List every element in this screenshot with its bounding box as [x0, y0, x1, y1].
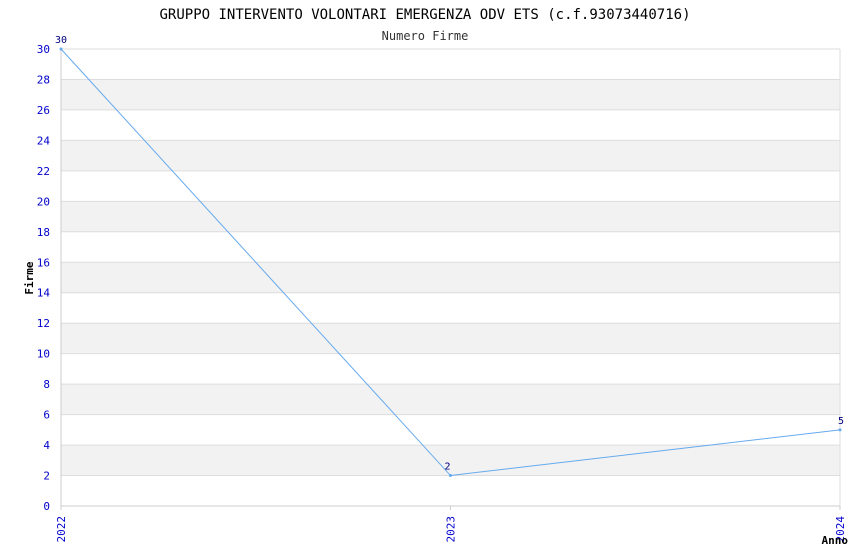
background-bands	[61, 79, 840, 476]
line-chart: GRUPPO INTERVENTO VOLONTARI EMERGENZA OD…	[23, 7, 849, 547]
background-band	[61, 79, 840, 110]
y-tick-label: 6	[43, 409, 50, 422]
background-band	[61, 384, 840, 415]
y-tick-label: 16	[37, 256, 50, 269]
data-point	[449, 474, 452, 478]
y-tick-label: 0	[43, 500, 50, 513]
chart-subtitle: Numero Firme	[382, 29, 469, 43]
y-tick-label: 8	[43, 378, 50, 391]
background-band	[61, 323, 840, 354]
chart-title: GRUPPO INTERVENTO VOLONTARI EMERGENZA OD…	[159, 7, 690, 23]
y-tick-label: 10	[37, 348, 50, 361]
background-band	[61, 201, 840, 232]
x-axis-label: Anno	[822, 534, 849, 547]
background-band	[61, 140, 840, 171]
data-label: 5	[838, 416, 844, 427]
y-tick-label: 24	[37, 134, 51, 147]
y-tick-label: 28	[37, 73, 50, 86]
y-tick-label: 2	[43, 470, 50, 483]
background-band	[61, 262, 840, 293]
x-axis-ticks: 2022 2023 2024	[55, 506, 847, 543]
data-label: 2	[445, 462, 451, 473]
y-tick-label: 12	[37, 317, 50, 330]
x-tick-label: 2023	[445, 516, 458, 543]
data-point	[59, 47, 63, 51]
y-tick-label: 20	[37, 195, 50, 208]
y-tick-label: 4	[43, 439, 50, 452]
x-tick-label: 2022	[55, 516, 68, 543]
y-tick-label: 14	[37, 287, 51, 300]
y-tick-label: 22	[37, 165, 50, 178]
data-label: 30	[55, 35, 67, 46]
y-axis-ticks: 024681012141618202224262830	[37, 43, 51, 513]
data-point	[838, 428, 842, 432]
y-tick-label: 26	[37, 104, 50, 117]
y-tick-label: 18	[37, 226, 50, 239]
y-axis-label: Firme	[23, 261, 36, 294]
y-tick-label: 30	[37, 43, 50, 56]
